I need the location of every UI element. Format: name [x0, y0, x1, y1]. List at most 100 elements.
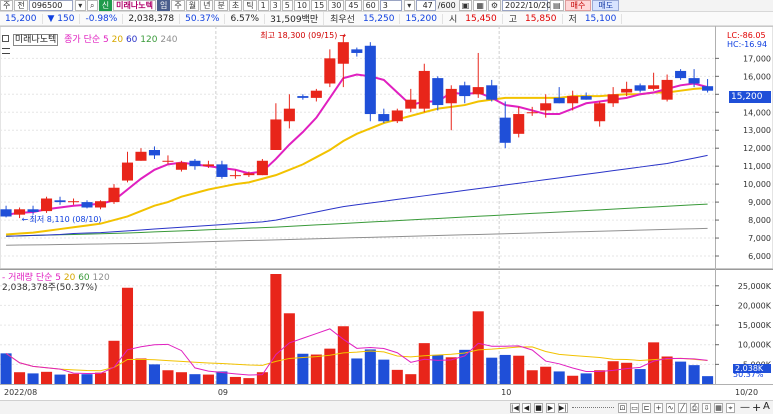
toolbar-item-0[interactable]: 주 — [0, 0, 14, 11]
volume-ratio: 50.37% — [180, 13, 226, 24]
legend-list-icon[interactable] — [2, 48, 10, 54]
minute-5[interactable]: 5 — [281, 0, 293, 11]
sell-button[interactable]: 매도 — [592, 0, 620, 11]
minute-15[interactable]: 15 — [311, 0, 328, 11]
volume-tick-label: 15,000K — [738, 321, 772, 330]
volume-readout: 2,038,378주(50.37%) — [2, 283, 98, 293]
volume-bar — [378, 359, 390, 384]
scroll-last-icon[interactable]: ▶| — [558, 403, 568, 413]
gear-icon[interactable]: ⚙ — [487, 0, 502, 11]
volume-bar — [486, 357, 498, 384]
chart-window: 주 전 096500 ▾ ⌕ 신 미래나노텍 임 주 월 년 분 초 틱 1 3… — [0, 0, 773, 414]
minute-45[interactable]: 45 — [345, 0, 362, 11]
period-week[interactable]: 주 — [171, 0, 185, 11]
trade-amount: 31,509백만 — [265, 12, 325, 25]
date-input[interactable]: 2022/10/20 — [502, 0, 551, 11]
n-dropdown-icon[interactable]: ▾ — [403, 0, 415, 11]
volume-bar — [459, 349, 471, 384]
scroll-stop-icon[interactable]: ■ — [534, 403, 543, 413]
stock-chart[interactable]: 17,00016,00015,00014,00013,00012,00011,0… — [0, 26, 773, 400]
drawing-icon[interactable]: ╱ — [678, 403, 687, 413]
volume-bar — [135, 358, 147, 384]
annotation-high: 최고 18,300 (09/15) — [260, 30, 337, 40]
candle-body — [243, 173, 255, 176]
volume-bar — [661, 356, 673, 384]
legend-series-title: 종가 단순 — [64, 35, 101, 45]
minute-1[interactable]: 1 — [257, 0, 269, 11]
tag-new: 신 — [98, 0, 113, 11]
candle-body — [594, 103, 606, 122]
zoom-in-icon[interactable]: + — [752, 401, 761, 414]
period-tick[interactable]: 틱 — [243, 0, 257, 11]
legend-ma5: 5 — [103, 35, 109, 45]
volume-bar — [432, 354, 444, 384]
candle-body — [634, 85, 646, 91]
indicator-icon[interactable]: ∿ — [666, 403, 675, 413]
legend-menu-icon[interactable] — [2, 35, 9, 42]
candle-body — [364, 45, 376, 115]
volume-bar — [594, 370, 606, 384]
screen-split-icon[interactable]: ▭ — [630, 403, 639, 413]
tool-icon[interactable]: ⊏ — [642, 403, 651, 413]
legend-ma60: 60 — [125, 35, 138, 45]
n-value-input[interactable]: 3 — [379, 0, 402, 11]
candle-body — [175, 162, 187, 170]
volume-bar — [81, 374, 93, 384]
count-input[interactable]: 47 — [415, 0, 436, 11]
print-icon[interactable]: ⎙ — [690, 403, 699, 413]
volume-bar — [121, 287, 134, 384]
stock-name[interactable]: 미래나노텍 — [113, 0, 156, 11]
scroll-next-icon[interactable]: ▶ — [546, 403, 555, 413]
search-icon[interactable]: ⌕ — [86, 0, 98, 11]
zoom-fit-icon[interactable]: ⊡ — [618, 403, 627, 413]
pin-icon[interactable]: ⌖ — [726, 403, 735, 413]
current-price-tag: 15,200 — [729, 91, 771, 103]
candle-body — [81, 202, 93, 208]
crosshair-icon[interactable]: + — [654, 403, 663, 413]
minute-60[interactable]: 60 — [362, 0, 379, 11]
candle-body — [351, 49, 363, 53]
quote-bar: 15,200 ▼ 150 -0.98% 2,038,378 50.37% 6.5… — [0, 12, 773, 26]
save-icon[interactable]: ▣ — [458, 0, 473, 11]
volume-bar — [351, 358, 363, 384]
candle-body — [405, 99, 417, 109]
toolbar-item-1[interactable]: 전 — [14, 0, 28, 11]
zoom-reset-icon[interactable]: A — [763, 401, 770, 412]
candle-body — [135, 151, 147, 161]
price-legend: 미래나노텍 종가 단순 5 20 60 120 240 — [2, 32, 178, 54]
minute-30[interactable]: 30 — [328, 0, 345, 11]
volume-bar — [54, 374, 66, 384]
period-year[interactable]: 년 — [200, 0, 214, 11]
buy-button[interactable]: 매수 — [564, 0, 592, 11]
open-label: 시 — [448, 15, 458, 25]
period-second[interactable]: 초 — [228, 0, 243, 11]
volume: 2,038,378 — [123, 13, 181, 24]
scroll-first-icon[interactable]: |◀ — [510, 403, 520, 413]
candle-body — [621, 88, 633, 93]
export-icon[interactable]: ⇩ — [702, 403, 711, 413]
stock-code-input[interactable]: 096500 — [28, 0, 73, 11]
volume-bar — [27, 373, 39, 384]
legend-ma240: 240 — [160, 35, 178, 45]
dropdown-icon[interactable]: ▾ — [74, 0, 86, 11]
volume-bar — [229, 376, 241, 384]
scroll-track[interactable] — [572, 407, 614, 409]
candle-body — [607, 94, 619, 104]
zoom-out-icon[interactable]: — — [740, 402, 750, 413]
candle-body — [526, 112, 538, 114]
calendar-icon[interactable]: ▤ — [550, 0, 564, 11]
minute-10[interactable]: 10 — [293, 0, 311, 11]
scroll-prev-icon[interactable]: ◀ — [522, 403, 531, 413]
candle-body — [337, 42, 349, 64]
period-month[interactable]: 월 — [185, 0, 200, 11]
low-label: 저 — [568, 15, 577, 25]
minute-3[interactable]: 3 — [269, 0, 281, 11]
layout-icon[interactable]: ▦ — [714, 403, 723, 413]
grid-icon[interactable]: ▦ — [473, 0, 487, 11]
annotation-low-arrow: ← — [22, 215, 29, 224]
best-bid: 15,200 — [400, 13, 443, 24]
period-day[interactable]: 임 — [156, 0, 171, 11]
period-minute[interactable]: 분 — [214, 0, 228, 11]
volume-bar — [702, 376, 714, 384]
annotation-low: 최저 8,110 (08/10) — [30, 214, 102, 224]
